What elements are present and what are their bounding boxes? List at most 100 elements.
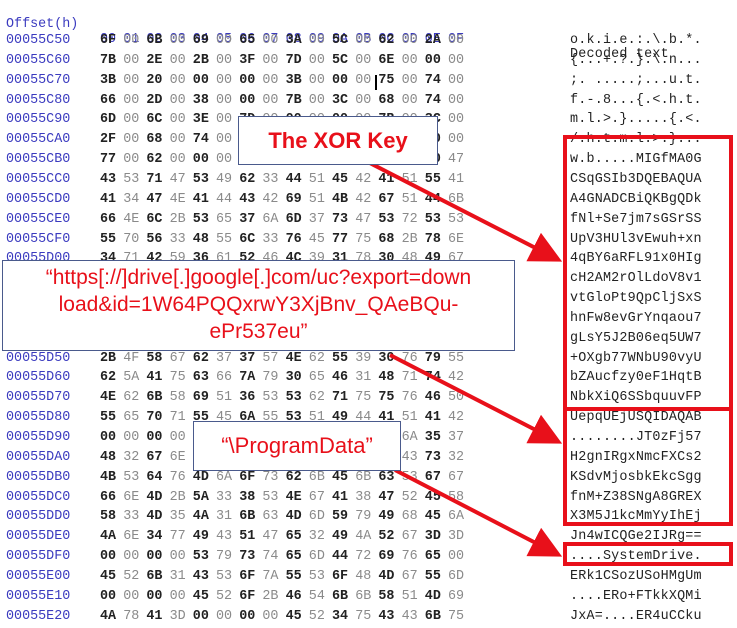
hex-byte[interactable]: 42 bbox=[355, 172, 371, 187]
hex-byte[interactable]: 55 bbox=[448, 351, 464, 366]
hex-byte[interactable]: 43 bbox=[100, 172, 116, 187]
hex-byte[interactable]: 6C bbox=[146, 112, 162, 127]
hex-byte[interactable]: 76 bbox=[402, 549, 418, 564]
hex-byte[interactable]: 00 bbox=[355, 53, 371, 68]
hex-byte[interactable]: 76 bbox=[286, 232, 302, 247]
hex-byte[interactable]: 6F bbox=[239, 589, 255, 604]
hex-byte[interactable]: 00 bbox=[262, 93, 278, 108]
hex-byte[interactable]: 66 bbox=[100, 93, 116, 108]
hex-byte[interactable]: 00 bbox=[170, 589, 186, 604]
hex-byte[interactable]: 35 bbox=[425, 430, 441, 445]
hex-byte[interactable]: 53 bbox=[123, 172, 139, 187]
hex-byte[interactable]: 00 bbox=[425, 53, 441, 68]
hex-byte[interactable]: 65 bbox=[425, 549, 441, 564]
hex-byte[interactable]: 43 bbox=[402, 450, 418, 465]
hex-byte[interactable]: 45 bbox=[332, 172, 348, 187]
hex-byte[interactable]: 65 bbox=[123, 410, 139, 425]
hex-byte[interactable]: 41 bbox=[425, 410, 441, 425]
hex-byte[interactable]: 3D bbox=[425, 529, 441, 544]
hex-byte[interactable]: 4E bbox=[286, 490, 302, 505]
hex-byte[interactable]: 68 bbox=[146, 132, 162, 147]
hex-byte[interactable]: 55 bbox=[100, 232, 116, 247]
hex-byte[interactable]: 00 bbox=[216, 609, 232, 624]
hex-byte[interactable]: 00 bbox=[100, 430, 116, 445]
hex-byte[interactable]: 73 bbox=[332, 212, 348, 227]
hex-byte[interactable]: 00 bbox=[146, 589, 162, 604]
hex-byte[interactable]: 66 bbox=[100, 490, 116, 505]
hex-byte[interactable]: 42 bbox=[448, 370, 464, 385]
hex-byte[interactable]: 78 bbox=[425, 232, 441, 247]
hex-byte[interactable]: 34 bbox=[332, 609, 348, 624]
hex-byte[interactable]: 4E bbox=[170, 192, 186, 207]
hex-byte[interactable]: 70 bbox=[123, 232, 139, 247]
hex-byte[interactable]: 51 bbox=[402, 589, 418, 604]
hex-byte[interactable]: 7D bbox=[286, 53, 302, 68]
hex-byte[interactable]: 77 bbox=[170, 529, 186, 544]
hex-byte[interactable]: 00 bbox=[123, 112, 139, 127]
hex-byte[interactable]: 38 bbox=[193, 93, 209, 108]
hex-byte[interactable]: 63 bbox=[378, 470, 394, 485]
hex-byte[interactable]: 45 bbox=[193, 589, 209, 604]
hex-byte[interactable]: 48 bbox=[378, 370, 394, 385]
hex-byte[interactable]: 66 bbox=[100, 212, 116, 227]
hex-byte[interactable]: 4D bbox=[378, 569, 394, 584]
hex-byte[interactable]: 00 bbox=[262, 609, 278, 624]
hex-byte[interactable]: 00 bbox=[123, 33, 139, 48]
hex-byte[interactable]: 34 bbox=[146, 529, 162, 544]
hex-byte[interactable]: 51 bbox=[402, 172, 418, 187]
hex-byte[interactable]: 62 bbox=[309, 351, 325, 366]
hex-byte[interactable]: 2E bbox=[146, 53, 162, 68]
hex-byte[interactable]: 53 bbox=[262, 390, 278, 405]
decoded-text[interactable]: ....ERo+FTkkXQMi bbox=[570, 589, 702, 604]
hex-byte[interactable]: 77 bbox=[332, 232, 348, 247]
hex-byte[interactable]: 00 bbox=[239, 93, 255, 108]
hex-byte[interactable]: 78 bbox=[123, 609, 139, 624]
hex-byte[interactable]: 73 bbox=[425, 450, 441, 465]
hex-byte[interactable]: 00 bbox=[216, 132, 232, 147]
hex-byte[interactable]: 4F bbox=[123, 351, 139, 366]
hex-byte[interactable]: 5C bbox=[332, 33, 348, 48]
hex-byte[interactable]: 67 bbox=[378, 192, 394, 207]
hex-byte[interactable]: 6A bbox=[216, 470, 232, 485]
hex-byte[interactable]: 42 bbox=[355, 192, 371, 207]
hex-byte[interactable]: 49 bbox=[332, 529, 348, 544]
hex-byte[interactable]: 3E bbox=[193, 112, 209, 127]
hex-byte[interactable]: 55 bbox=[425, 569, 441, 584]
hex-byte[interactable]: 6B bbox=[146, 569, 162, 584]
hex-byte[interactable]: 00 bbox=[170, 53, 186, 68]
hex-byte[interactable]: 51 bbox=[239, 529, 255, 544]
hex-byte[interactable]: 2D bbox=[146, 93, 162, 108]
hex-byte[interactable]: 67 bbox=[448, 470, 464, 485]
hex-byte[interactable]: 00 bbox=[123, 132, 139, 147]
hex-byte[interactable]: 6B bbox=[332, 589, 348, 604]
hex-byte[interactable]: 00 bbox=[123, 152, 139, 167]
hex-byte[interactable]: 00 bbox=[355, 93, 371, 108]
hex-byte[interactable]: 6D bbox=[448, 569, 464, 584]
hex-byte[interactable]: 2B bbox=[170, 212, 186, 227]
hex-byte[interactable]: 58 bbox=[170, 390, 186, 405]
hex-byte[interactable]: 36 bbox=[239, 390, 255, 405]
hex-byte[interactable]: 00 bbox=[123, 53, 139, 68]
hex-byte[interactable]: 6C bbox=[146, 212, 162, 227]
hex-byte[interactable]: 71 bbox=[332, 390, 348, 405]
hex-byte[interactable]: 00 bbox=[216, 93, 232, 108]
hex-byte[interactable]: 73 bbox=[239, 549, 255, 564]
hex-byte[interactable]: 74 bbox=[193, 132, 209, 147]
hex-byte[interactable]: 53 bbox=[286, 390, 302, 405]
hex-byte[interactable]: 62 bbox=[193, 351, 209, 366]
hex-byte[interactable]: 6B bbox=[239, 509, 255, 524]
hex-byte[interactable]: 70 bbox=[146, 410, 162, 425]
hex-byte[interactable]: 2B bbox=[402, 232, 418, 247]
hex-byte[interactable]: 62 bbox=[146, 152, 162, 167]
hex-byte[interactable]: 41 bbox=[193, 192, 209, 207]
hex-byte[interactable]: 00 bbox=[216, 33, 232, 48]
hex-byte[interactable]: 33 bbox=[216, 490, 232, 505]
hex-byte[interactable]: 73 bbox=[262, 470, 278, 485]
hex-byte[interactable]: 00 bbox=[170, 112, 186, 127]
hex-byte[interactable]: 71 bbox=[402, 370, 418, 385]
hex-byte[interactable]: 38 bbox=[355, 490, 371, 505]
hex-byte[interactable]: 00 bbox=[170, 549, 186, 564]
hex-byte[interactable]: 68 bbox=[378, 93, 394, 108]
hex-byte[interactable]: 6B bbox=[355, 470, 371, 485]
hex-byte[interactable]: 00 bbox=[216, 73, 232, 88]
